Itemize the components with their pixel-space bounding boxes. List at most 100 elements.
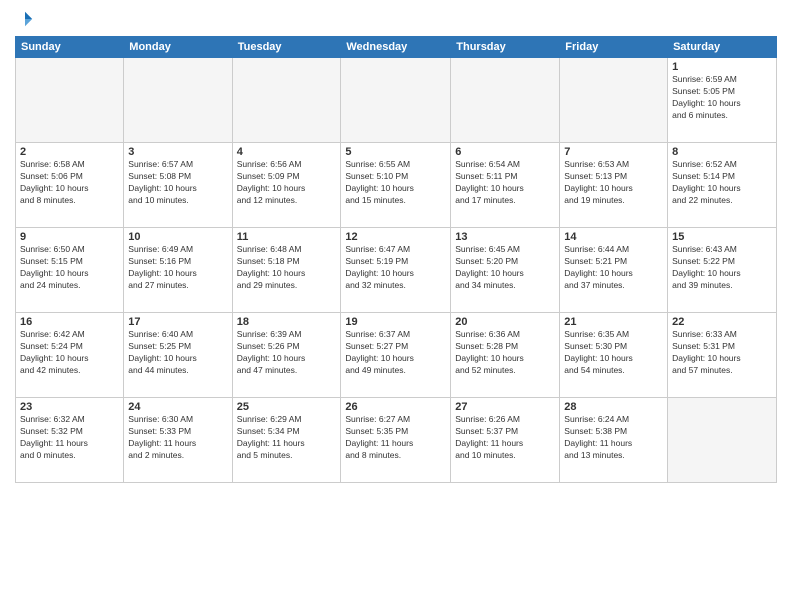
calendar-cell: 6Sunrise: 6:54 AM Sunset: 5:11 PM Daylig… (451, 143, 560, 228)
calendar-cell (341, 58, 451, 143)
calendar-cell: 14Sunrise: 6:44 AM Sunset: 5:21 PM Dayli… (560, 228, 668, 313)
day-info: Sunrise: 6:52 AM Sunset: 5:14 PM Dayligh… (672, 159, 772, 207)
calendar-cell: 15Sunrise: 6:43 AM Sunset: 5:22 PM Dayli… (668, 228, 777, 313)
day-info: Sunrise: 6:39 AM Sunset: 5:26 PM Dayligh… (237, 329, 337, 377)
week-row-5: 23Sunrise: 6:32 AM Sunset: 5:32 PM Dayli… (16, 398, 777, 483)
day-number: 8 (672, 146, 772, 158)
calendar-cell (124, 58, 232, 143)
day-number: 25 (237, 401, 337, 413)
calendar-cell: 12Sunrise: 6:47 AM Sunset: 5:19 PM Dayli… (341, 228, 451, 313)
calendar-cell: 19Sunrise: 6:37 AM Sunset: 5:27 PM Dayli… (341, 313, 451, 398)
weekday-header-sunday: Sunday (16, 37, 124, 58)
day-info: Sunrise: 6:40 AM Sunset: 5:25 PM Dayligh… (128, 329, 227, 377)
day-info: Sunrise: 6:27 AM Sunset: 5:35 PM Dayligh… (345, 414, 446, 462)
day-number: 9 (20, 231, 119, 243)
calendar-cell: 4Sunrise: 6:56 AM Sunset: 5:09 PM Daylig… (232, 143, 341, 228)
calendar-cell: 23Sunrise: 6:32 AM Sunset: 5:32 PM Dayli… (16, 398, 124, 483)
day-info: Sunrise: 6:48 AM Sunset: 5:18 PM Dayligh… (237, 244, 337, 292)
calendar-cell: 16Sunrise: 6:42 AM Sunset: 5:24 PM Dayli… (16, 313, 124, 398)
day-info: Sunrise: 6:24 AM Sunset: 5:38 PM Dayligh… (564, 414, 663, 462)
day-number: 28 (564, 401, 663, 413)
day-number: 11 (237, 231, 337, 243)
calendar-cell: 10Sunrise: 6:49 AM Sunset: 5:16 PM Dayli… (124, 228, 232, 313)
calendar-cell: 22Sunrise: 6:33 AM Sunset: 5:31 PM Dayli… (668, 313, 777, 398)
day-info: Sunrise: 6:30 AM Sunset: 5:33 PM Dayligh… (128, 414, 227, 462)
day-info: Sunrise: 6:50 AM Sunset: 5:15 PM Dayligh… (20, 244, 119, 292)
calendar-cell: 28Sunrise: 6:24 AM Sunset: 5:38 PM Dayli… (560, 398, 668, 483)
day-info: Sunrise: 6:45 AM Sunset: 5:20 PM Dayligh… (455, 244, 555, 292)
day-info: Sunrise: 6:35 AM Sunset: 5:30 PM Dayligh… (564, 329, 663, 377)
calendar-table: SundayMondayTuesdayWednesdayThursdayFrid… (15, 36, 777, 483)
day-number: 19 (345, 316, 446, 328)
day-number: 1 (672, 61, 772, 73)
weekday-header-thursday: Thursday (451, 37, 560, 58)
calendar-cell: 8Sunrise: 6:52 AM Sunset: 5:14 PM Daylig… (668, 143, 777, 228)
day-number: 2 (20, 146, 119, 158)
week-row-1: 1Sunrise: 6:59 AM Sunset: 5:05 PM Daylig… (16, 58, 777, 143)
week-row-4: 16Sunrise: 6:42 AM Sunset: 5:24 PM Dayli… (16, 313, 777, 398)
calendar-cell: 18Sunrise: 6:39 AM Sunset: 5:26 PM Dayli… (232, 313, 341, 398)
day-info: Sunrise: 6:42 AM Sunset: 5:24 PM Dayligh… (20, 329, 119, 377)
weekday-header-saturday: Saturday (668, 37, 777, 58)
day-number: 5 (345, 146, 446, 158)
day-info: Sunrise: 6:59 AM Sunset: 5:05 PM Dayligh… (672, 74, 772, 122)
page: SundayMondayTuesdayWednesdayThursdayFrid… (0, 0, 792, 612)
day-info: Sunrise: 6:29 AM Sunset: 5:34 PM Dayligh… (237, 414, 337, 462)
calendar-cell (451, 58, 560, 143)
day-number: 26 (345, 401, 446, 413)
calendar-cell: 26Sunrise: 6:27 AM Sunset: 5:35 PM Dayli… (341, 398, 451, 483)
calendar-cell: 20Sunrise: 6:36 AM Sunset: 5:28 PM Dayli… (451, 313, 560, 398)
day-info: Sunrise: 6:47 AM Sunset: 5:19 PM Dayligh… (345, 244, 446, 292)
day-number: 24 (128, 401, 227, 413)
day-number: 12 (345, 231, 446, 243)
calendar-cell (232, 58, 341, 143)
day-number: 6 (455, 146, 555, 158)
day-number: 7 (564, 146, 663, 158)
day-info: Sunrise: 6:56 AM Sunset: 5:09 PM Dayligh… (237, 159, 337, 207)
weekday-header-friday: Friday (560, 37, 668, 58)
week-row-2: 2Sunrise: 6:58 AM Sunset: 5:06 PM Daylig… (16, 143, 777, 228)
calendar-cell: 7Sunrise: 6:53 AM Sunset: 5:13 PM Daylig… (560, 143, 668, 228)
weekday-header-wednesday: Wednesday (341, 37, 451, 58)
weekday-header-monday: Monday (124, 37, 232, 58)
day-info: Sunrise: 6:53 AM Sunset: 5:13 PM Dayligh… (564, 159, 663, 207)
calendar-cell: 9Sunrise: 6:50 AM Sunset: 5:15 PM Daylig… (16, 228, 124, 313)
day-number: 17 (128, 316, 227, 328)
calendar-cell (668, 398, 777, 483)
day-number: 18 (237, 316, 337, 328)
day-number: 3 (128, 146, 227, 158)
logo-icon (16, 10, 34, 28)
day-info: Sunrise: 6:44 AM Sunset: 5:21 PM Dayligh… (564, 244, 663, 292)
day-info: Sunrise: 6:54 AM Sunset: 5:11 PM Dayligh… (455, 159, 555, 207)
calendar-cell: 5Sunrise: 6:55 AM Sunset: 5:10 PM Daylig… (341, 143, 451, 228)
day-info: Sunrise: 6:58 AM Sunset: 5:06 PM Dayligh… (20, 159, 119, 207)
calendar-cell: 3Sunrise: 6:57 AM Sunset: 5:08 PM Daylig… (124, 143, 232, 228)
calendar-cell: 21Sunrise: 6:35 AM Sunset: 5:30 PM Dayli… (560, 313, 668, 398)
logo (15, 10, 34, 28)
calendar-cell: 2Sunrise: 6:58 AM Sunset: 5:06 PM Daylig… (16, 143, 124, 228)
calendar-cell: 11Sunrise: 6:48 AM Sunset: 5:18 PM Dayli… (232, 228, 341, 313)
day-info: Sunrise: 6:55 AM Sunset: 5:10 PM Dayligh… (345, 159, 446, 207)
day-info: Sunrise: 6:37 AM Sunset: 5:27 PM Dayligh… (345, 329, 446, 377)
calendar-cell: 25Sunrise: 6:29 AM Sunset: 5:34 PM Dayli… (232, 398, 341, 483)
weekday-header-row: SundayMondayTuesdayWednesdayThursdayFrid… (16, 37, 777, 58)
calendar-cell: 1Sunrise: 6:59 AM Sunset: 5:05 PM Daylig… (668, 58, 777, 143)
day-info: Sunrise: 6:57 AM Sunset: 5:08 PM Dayligh… (128, 159, 227, 207)
calendar-cell: 13Sunrise: 6:45 AM Sunset: 5:20 PM Dayli… (451, 228, 560, 313)
day-number: 4 (237, 146, 337, 158)
day-number: 20 (455, 316, 555, 328)
calendar-cell: 27Sunrise: 6:26 AM Sunset: 5:37 PM Dayli… (451, 398, 560, 483)
calendar-cell: 24Sunrise: 6:30 AM Sunset: 5:33 PM Dayli… (124, 398, 232, 483)
day-number: 14 (564, 231, 663, 243)
calendar-cell (16, 58, 124, 143)
day-number: 22 (672, 316, 772, 328)
day-info: Sunrise: 6:32 AM Sunset: 5:32 PM Dayligh… (20, 414, 119, 462)
day-number: 27 (455, 401, 555, 413)
day-number: 13 (455, 231, 555, 243)
day-number: 15 (672, 231, 772, 243)
day-info: Sunrise: 6:36 AM Sunset: 5:28 PM Dayligh… (455, 329, 555, 377)
day-number: 16 (20, 316, 119, 328)
calendar-cell (560, 58, 668, 143)
day-info: Sunrise: 6:43 AM Sunset: 5:22 PM Dayligh… (672, 244, 772, 292)
day-info: Sunrise: 6:49 AM Sunset: 5:16 PM Dayligh… (128, 244, 227, 292)
